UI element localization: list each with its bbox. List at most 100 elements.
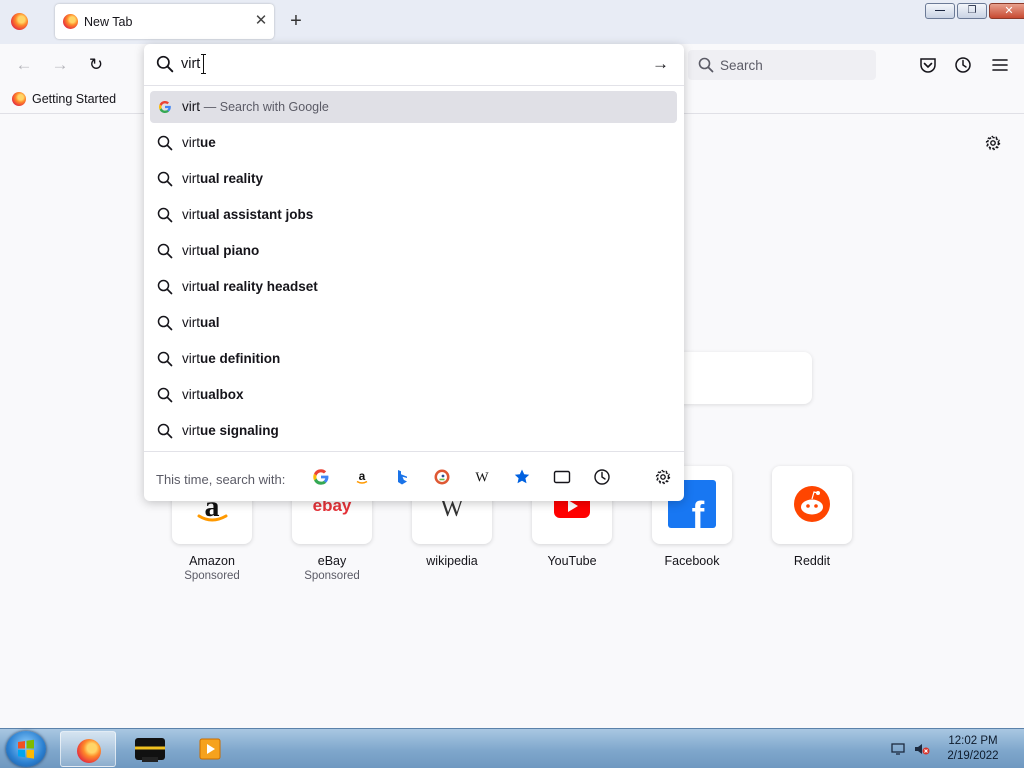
search-icon (157, 315, 173, 331)
top-site-name: eBay (317, 554, 347, 568)
suggestion-text: virtual assistant jobs (182, 207, 313, 222)
bookmark-label: Getting Started (32, 92, 117, 106)
reload-button[interactable]: ↻ (84, 54, 108, 78)
suggestion-completion: ual piano (200, 243, 260, 258)
system-clock[interactable]: 12:02 PM 2/19/2022 (936, 734, 1010, 764)
gear-icon[interactable] (984, 134, 1002, 152)
suggestion-text: virtual (182, 315, 220, 330)
text-cursor (201, 54, 206, 74)
search-suggestion-row[interactable]: virtue signaling (150, 415, 677, 447)
url-typed-text: virt (181, 56, 201, 72)
search-suggestion-row[interactable]: virtualbox (150, 379, 677, 411)
firefox-bookmark-icon (12, 92, 26, 106)
network-icon[interactable] (890, 742, 906, 756)
sponsored-label: Sponsored (304, 570, 360, 582)
hamburger-menu-icon[interactable] (991, 56, 1009, 74)
reddit-logo-mark (794, 486, 830, 522)
tab-title: New Tab (84, 15, 133, 29)
url-bar-dropdown: virt → virt — Search with Google virtue v… (144, 44, 684, 501)
top-site-name: Amazon (189, 554, 235, 568)
search-icon (157, 135, 173, 151)
url-input[interactable]: virt → (144, 44, 684, 86)
media-player-icon (199, 738, 221, 760)
duckduckgo-icon[interactable] (433, 468, 451, 486)
go-arrow-button[interactable]: → (652, 54, 669, 74)
search-icon (157, 207, 173, 223)
suggestion-typed-part: virt (182, 279, 200, 294)
forward-button[interactable]: → (48, 54, 72, 78)
suggestion-query: virt (182, 99, 200, 114)
minimize-icon: — (935, 5, 945, 16)
amazon-icon[interactable]: a (353, 468, 371, 486)
volume-muted-icon[interactable] (914, 742, 930, 756)
history-icon[interactable] (593, 468, 611, 486)
taskbar-firefox[interactable] (60, 731, 116, 767)
suggestion-action: — Search with Google (203, 100, 329, 114)
search-icon (157, 171, 173, 187)
suggestion-typed-part: virt (182, 387, 200, 402)
google-icon[interactable] (312, 468, 330, 486)
tab-new-tab[interactable]: New Tab ✕ (55, 4, 274, 39)
windows-taskbar: 12:02 PM 2/19/2022 (0, 728, 1024, 768)
close-icon: ✕ (1004, 5, 1014, 17)
search-suggestion-row[interactable]: virtual reality (150, 163, 677, 195)
tab-close-button[interactable]: ✕ (251, 11, 271, 31)
suggestion-typed-part: virt (182, 351, 200, 366)
search-bar[interactable]: Search (688, 50, 876, 80)
one-off-search-bar: This time, search with: a W (144, 451, 684, 501)
taskbar-app-3[interactable] (182, 731, 238, 767)
back-button[interactable]: ← (12, 54, 36, 78)
history-icon[interactable] (954, 56, 972, 74)
search-suggestion-row[interactable]: virtual piano (150, 235, 677, 267)
suggestion-typed-part: virt (182, 135, 200, 150)
firefox-tab-icon (63, 14, 78, 29)
restore-icon: ❐ (967, 5, 977, 16)
search-icon (157, 423, 173, 439)
suggestion-text: virtue definition (182, 351, 280, 366)
clock-date: 2/19/2022 (947, 750, 999, 762)
svg-text:f: f (692, 495, 705, 537)
search-suggestion-row[interactable]: virtue (150, 127, 677, 159)
suggestion-completion: ue (200, 135, 216, 150)
tab-strip: New Tab ✕ + — ❐ ✕ (0, 0, 1024, 44)
suggestion-text: virtualbox (182, 387, 244, 402)
suggestion-text: virt — Search with Google (182, 99, 329, 114)
suggestion-typed-part: virt (182, 171, 200, 186)
close-window-button[interactable]: ✕ (989, 3, 1024, 19)
search-icon (157, 351, 173, 367)
taskbar-app-2[interactable] (122, 731, 178, 767)
google-icon (159, 101, 171, 113)
tabs-icon[interactable] (553, 468, 571, 486)
restore-button[interactable]: ❐ (957, 3, 987, 19)
minimize-button[interactable]: — (925, 3, 955, 19)
wikipedia-icon[interactable]: W (473, 468, 491, 486)
search-with-google-row[interactable]: virt — Search with Google (150, 91, 677, 123)
firefox-icon (77, 739, 101, 763)
start-button[interactable] (6, 731, 46, 767)
search-icon (157, 387, 173, 403)
new-tab-button[interactable]: + (285, 11, 307, 33)
bing-icon[interactable] (393, 468, 411, 486)
search-suggestion-row[interactable]: virtue definition (150, 343, 677, 375)
suggestion-completion: ual reality headset (200, 279, 318, 294)
search-icon (157, 279, 173, 295)
gear-icon[interactable] (654, 468, 672, 486)
search-suggestion-row[interactable]: virtual (150, 307, 677, 339)
media-app-icon (135, 738, 165, 762)
pocket-icon[interactable] (919, 56, 937, 74)
search-suggestion-row[interactable]: virtual assistant jobs (150, 199, 677, 231)
search-bar-placeholder: Search (720, 58, 763, 73)
sponsored-label: Sponsored (184, 570, 240, 582)
one-off-label: This time, search with: (156, 472, 286, 487)
suggestion-typed-part: virt (182, 423, 200, 438)
svg-text:W: W (475, 471, 489, 486)
suggestion-completion: ue definition (200, 351, 281, 366)
bookmarks-icon[interactable] (513, 468, 531, 486)
suggestion-typed-part: virt (182, 243, 200, 258)
suggestion-completion: ual assistant jobs (200, 207, 314, 222)
firefox-menu-icon[interactable] (11, 13, 28, 30)
search-suggestion-row[interactable]: virtual reality headset (150, 271, 677, 303)
top-site-name: Facebook (664, 554, 720, 568)
suggestion-text: virtue signaling (182, 423, 279, 438)
top-site-name: wikipedia (426, 554, 478, 568)
